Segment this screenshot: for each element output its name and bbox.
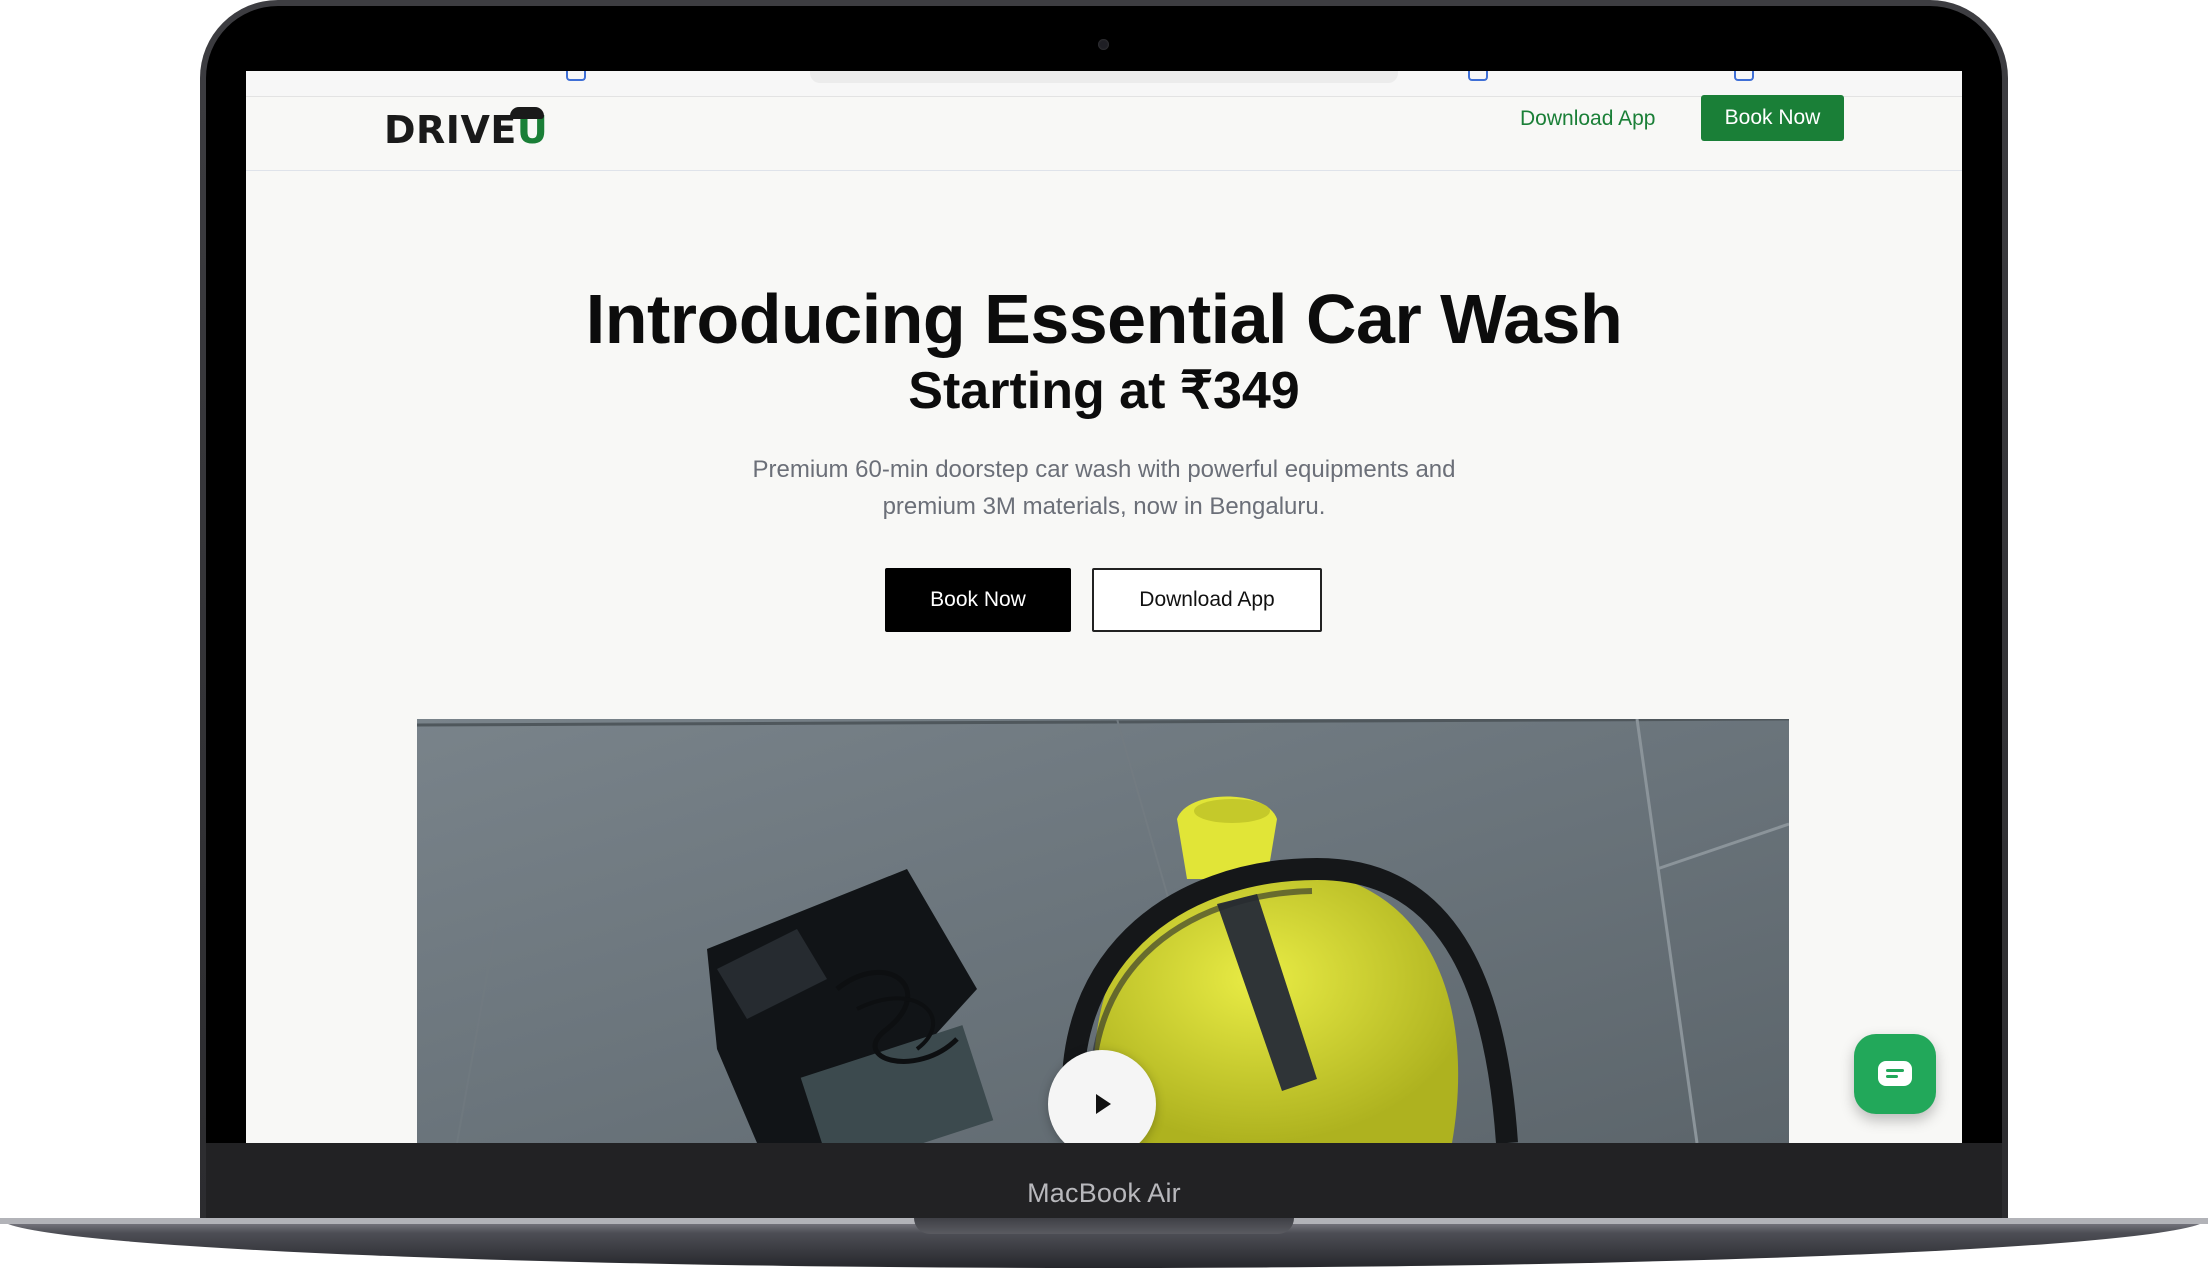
logo[interactable]: DRIVEU <box>384 105 548 155</box>
nav-download-app-link[interactable]: Download App <box>1520 99 1655 139</box>
url-bar[interactable] <box>810 71 1398 83</box>
hero-book-now-button[interactable]: Book Now <box>885 568 1071 632</box>
bookmark-icon[interactable] <box>566 71 586 81</box>
browser-toolbar <box>246 71 1962 97</box>
laptop-hinge-notch <box>914 1218 1294 1234</box>
hero-title: Introducing Essential Car Wash <box>585 280 1623 358</box>
promo-video[interactable] <box>417 719 1789 1143</box>
hero-description: Premium 60-min doorstep car wash with po… <box>704 451 1504 525</box>
logo-cap-icon <box>510 107 544 119</box>
tabs-icon[interactable] <box>1734 71 1754 81</box>
camera-icon <box>1098 39 1109 50</box>
site-header: DRIVEU Download App Book Now <box>246 95 1962 171</box>
hero-subtitle: Starting at ₹349 <box>908 362 1300 420</box>
share-icon[interactable] <box>1468 71 1488 81</box>
logo-text: DRIVE <box>384 108 517 152</box>
hero-description-line-1: Premium 60-min doorstep car wash with po… <box>752 456 1456 483</box>
hero-download-app-button[interactable]: Download App <box>1092 568 1322 632</box>
chat-button[interactable] <box>1854 1034 1936 1114</box>
hero-description-line-2: premium 3M materials, now in Bengaluru. <box>882 493 1326 520</box>
nav-book-now-button[interactable]: Book Now <box>1701 95 1844 141</box>
chat-icon <box>1878 1061 1912 1086</box>
laptop-model-label: MacBook Air <box>1027 1178 1181 1208</box>
play-icon <box>1096 1094 1111 1114</box>
screen: DRIVEU Download App Book Now Introducing… <box>246 71 1962 1143</box>
